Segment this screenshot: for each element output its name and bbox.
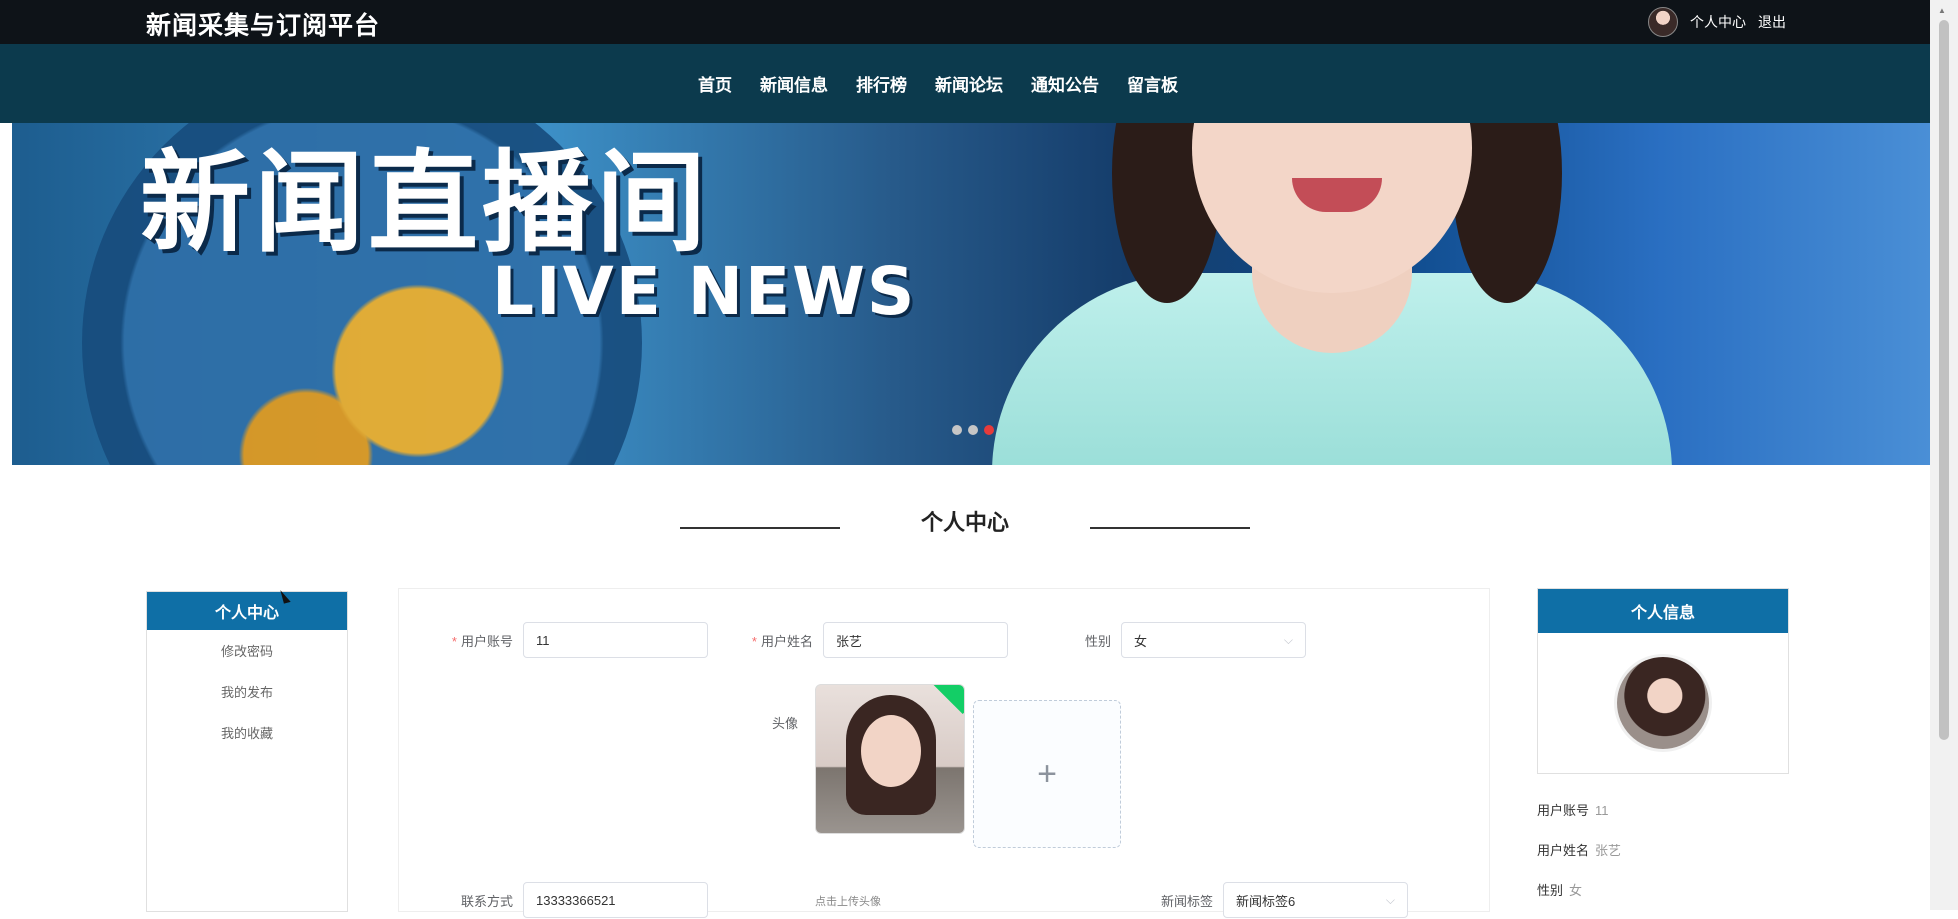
user-sidebar: 个人中心 修改密码 我的发布 我的收藏 bbox=[146, 591, 348, 912]
nav-item-guestbook[interactable]: 留言板 bbox=[1127, 71, 1178, 96]
info-account-value: 11 bbox=[1595, 803, 1609, 818]
phone-label: 联系方式 bbox=[460, 893, 513, 909]
upload-success-check-icon bbox=[932, 685, 964, 715]
info-name-row: 用户姓名 张艺 bbox=[1537, 840, 1621, 859]
news-tag-select[interactable]: 新闻标签6 ⌵ bbox=[1223, 882, 1408, 918]
banner-subtitle: LIVE NEWS bbox=[492, 253, 917, 330]
gender-select[interactable]: 女 ⌵ bbox=[1121, 622, 1306, 658]
info-gender-label: 性别 bbox=[1537, 883, 1564, 898]
section-heading-text: 个人中心 bbox=[920, 511, 1009, 536]
sidebar-item-my-posts[interactable]: 我的发布 bbox=[147, 671, 347, 712]
nav-item-news[interactable]: 新闻信息 bbox=[760, 71, 828, 96]
section-heading: 个人中心 bbox=[0, 505, 1930, 537]
news-tag-label: 新闻标签 bbox=[1160, 893, 1213, 909]
nav-item-forum[interactable]: 新闻论坛 bbox=[935, 71, 1003, 96]
chevron-down-icon: ⌵ bbox=[1385, 892, 1395, 907]
account-input[interactable]: 11 bbox=[523, 622, 708, 658]
carousel-dot-1[interactable] bbox=[952, 425, 962, 435]
account-label: * 用户账号 bbox=[451, 633, 513, 649]
main-nav: 首页 新闻信息 排行榜 新闻论坛 通知公告 留言板 bbox=[0, 44, 1930, 123]
banner-presenter-image bbox=[912, 123, 1732, 465]
news-tag-field: 新闻标签 新闻标签6 ⌵ bbox=[1129, 881, 1408, 919]
phone-field: 联系方式 13333366521 bbox=[429, 881, 708, 919]
phone-input[interactable]: 13333366521 bbox=[523, 882, 708, 918]
name-field: * 用户姓名 张艺 bbox=[729, 621, 1008, 659]
banner-title: 新闻直播间 bbox=[140, 139, 710, 267]
site-title: 新闻采集与订阅平台 bbox=[146, 11, 381, 40]
heading-divider-right bbox=[1090, 527, 1250, 529]
logout-link[interactable]: 退出 bbox=[1758, 12, 1786, 32]
gender-field: 性别 女 ⌵ bbox=[1029, 621, 1306, 659]
page-scrollbar[interactable]: ▲ bbox=[1930, 0, 1958, 910]
plus-icon: + bbox=[1037, 754, 1057, 793]
info-gender-value: 女 bbox=[1569, 883, 1583, 898]
carousel-indicators bbox=[952, 425, 994, 435]
user-area: 个人中心 退出 bbox=[1648, 7, 1786, 37]
sidebar-item-user-center[interactable]: 个人中心 bbox=[147, 592, 347, 630]
info-account-label: 用户账号 bbox=[1537, 803, 1590, 818]
scroll-up-arrow-icon[interactable]: ▲ bbox=[1938, 6, 1946, 15]
profile-avatar bbox=[1617, 657, 1709, 749]
account-field: * 用户账号 11 bbox=[429, 621, 708, 659]
avatar-upload-button[interactable]: + bbox=[973, 700, 1121, 848]
nav-item-ranking[interactable]: 排行榜 bbox=[856, 71, 907, 96]
profile-info-header: 个人信息 bbox=[1538, 589, 1788, 633]
carousel-dot-3[interactable] bbox=[984, 425, 994, 435]
chevron-down-icon: ⌵ bbox=[1283, 632, 1293, 647]
info-gender-row: 性别女 bbox=[1537, 880, 1582, 899]
profile-form: * 用户账号 11 * 用户姓名 张艺 性别 女 ⌵ 头像 + 点击上传头像 联系方… bbox=[398, 588, 1490, 918]
nav-item-notice[interactable]: 通知公告 bbox=[1031, 71, 1099, 96]
news-tag-value: 新闻标签6 bbox=[1236, 893, 1296, 909]
name-label: * 用户姓名 bbox=[751, 633, 813, 649]
scrollbar-thumb[interactable] bbox=[1939, 20, 1949, 740]
carousel-dot-2[interactable] bbox=[968, 425, 978, 435]
profile-info-card: 个人信息 bbox=[1537, 588, 1789, 774]
top-bar: 新闻采集与订阅平台 个人中心 退出 bbox=[0, 0, 1930, 44]
name-input[interactable]: 张艺 bbox=[823, 622, 1008, 658]
avatar-label: 头像 bbox=[772, 716, 799, 731]
sidebar-item-my-favorites[interactable]: 我的收藏 bbox=[147, 712, 347, 753]
user-avatar[interactable] bbox=[1648, 7, 1678, 37]
info-account-row: 用户账号 11 bbox=[1537, 800, 1609, 819]
user-center-link[interactable]: 个人中心 bbox=[1690, 12, 1746, 32]
info-name-value: 张艺 bbox=[1595, 843, 1622, 858]
sidebar-item-change-password[interactable]: 修改密码 bbox=[147, 630, 347, 671]
upload-hint: 点击上传头像 bbox=[815, 896, 881, 908]
info-name-label: 用户姓名 bbox=[1537, 843, 1590, 858]
gender-select-value: 女 bbox=[1134, 633, 1148, 649]
banner-carousel[interactable]: 新闻直播间 LIVE NEWS bbox=[12, 123, 1930, 465]
heading-divider-left bbox=[680, 527, 840, 529]
avatar-preview-image[interactable] bbox=[815, 684, 965, 834]
gender-label: 性别 bbox=[1084, 633, 1111, 649]
nav-item-home[interactable]: 首页 bbox=[698, 71, 732, 96]
